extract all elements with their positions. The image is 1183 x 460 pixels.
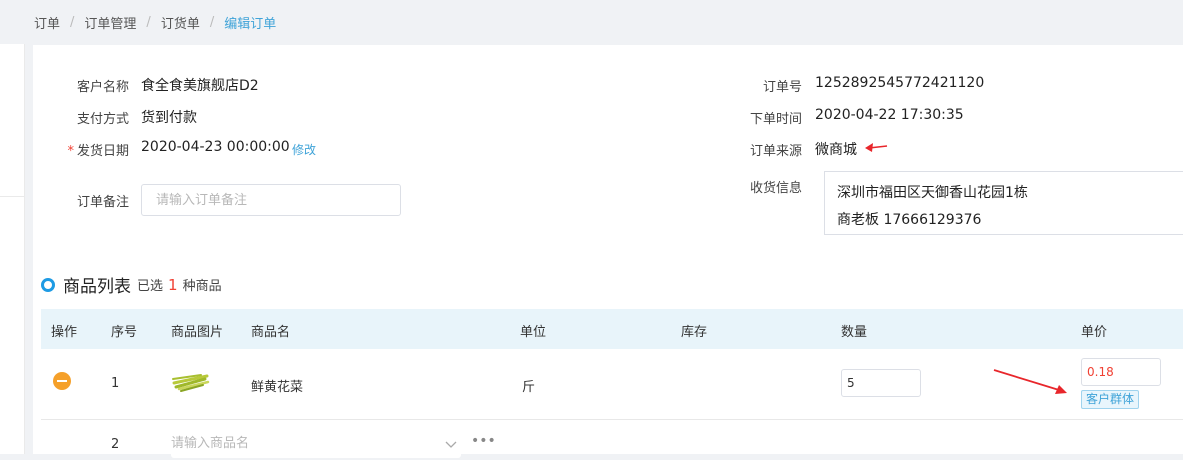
order-no-value: 1252892545772421120 [815, 75, 985, 91]
col-quantity: 数量 [841, 325, 868, 340]
circle-dot-icon [41, 277, 55, 292]
product-table-header: 操作 序号 商品图片 商品名 单位 库存 数量 单价 [41, 309, 1183, 349]
order-time-label: 下单时间 [749, 112, 802, 127]
remark-label: 订单备注 [76, 195, 129, 210]
order-no-label: 订单号 [762, 80, 802, 95]
col-stock: 库存 [681, 325, 708, 340]
order-time-value: 2020-04-22 17:30:35 [815, 107, 964, 123]
order-edit-panel: 客户名称 食全食美旗舰店D2 支付方式 货到付款 * 发货日期 2020-04-2… [33, 45, 1183, 458]
ship-date-value: 2020-04-23 00:00:00 [141, 139, 290, 155]
shipping-contact: 商老板 17666129376 [837, 212, 982, 228]
customer-value: 食全食美旗舰店D2 [141, 78, 259, 94]
required-mark: * [67, 144, 74, 159]
col-name: 商品名 [251, 325, 291, 340]
shipping-info-box: 深圳市福田区天御香山花园1栋 商老板 17666129376 [824, 171, 1183, 235]
table-row: 1 鲜黄花菜 斤 客户群体 [41, 349, 1183, 420]
table-row-new: 2 ••• [41, 420, 1183, 460]
col-action: 操作 [51, 325, 78, 340]
remark-input[interactable] [141, 184, 401, 216]
customer-group-tag[interactable]: 客户群体 [1081, 390, 1140, 409]
customer-label: 客户名称 [76, 80, 129, 95]
breadcrumb-order[interactable]: 订单 [34, 13, 60, 32]
col-index: 序号 [111, 325, 138, 340]
col-unit: 单位 [520, 325, 547, 340]
selected-suffix: 种商品 [182, 279, 222, 294]
price-input[interactable] [1081, 358, 1161, 386]
col-price: 单价 [1081, 325, 1108, 340]
product-list-header: 商品列表 已选 1 种商品 [41, 272, 222, 297]
quantity-input[interactable] [841, 369, 921, 397]
product-unit: 斤 [522, 380, 536, 395]
col-image: 商品图片 [171, 325, 224, 340]
source-value: 微商城 [815, 142, 857, 158]
product-name: 鲜黄花菜 [251, 380, 304, 395]
product-image [172, 374, 210, 392]
row-index: 2 [111, 437, 120, 452]
ship-date-label: * 发货日期 [29, 140, 129, 159]
more-icon[interactable]: ••• [471, 433, 496, 449]
breadcrumb-edit-order: 编辑订单 [224, 16, 277, 32]
chevron-down-icon[interactable] [444, 438, 458, 452]
shipping-address: 深圳市福田区天御香山花园1栋 [837, 185, 1028, 201]
ship-date-label-text: 发货日期 [76, 144, 129, 159]
row-index: 1 [111, 376, 120, 391]
divider [0, 196, 24, 197]
selected-prefix: 已选 [137, 279, 164, 294]
product-list-title: 商品列表 [63, 277, 131, 297]
payment-value: 货到付款 [141, 110, 197, 126]
remove-row-button[interactable] [53, 372, 71, 390]
breadcrumb-order-management[interactable]: 订单管理 [84, 13, 136, 32]
breadcrumb-separator: / [70, 14, 75, 30]
payment-label: 支付方式 [76, 112, 129, 127]
left-sidebar-edge [0, 44, 25, 454]
breadcrumb: 订单 / 订单管理 / 订货单 / 编辑订单 [0, 0, 1183, 44]
breadcrumb-purchase-order[interactable]: 订货单 [161, 13, 200, 32]
annotation-arrow-icon [865, 143, 888, 152]
selected-count: 1 [168, 275, 178, 294]
source-label: 订单来源 [749, 144, 802, 159]
modify-ship-date-link[interactable]: 修改 [292, 141, 316, 158]
breadcrumb-separator: / [209, 14, 215, 30]
breadcrumb-separator: / [146, 14, 151, 30]
shipping-label: 收货信息 [749, 181, 802, 196]
